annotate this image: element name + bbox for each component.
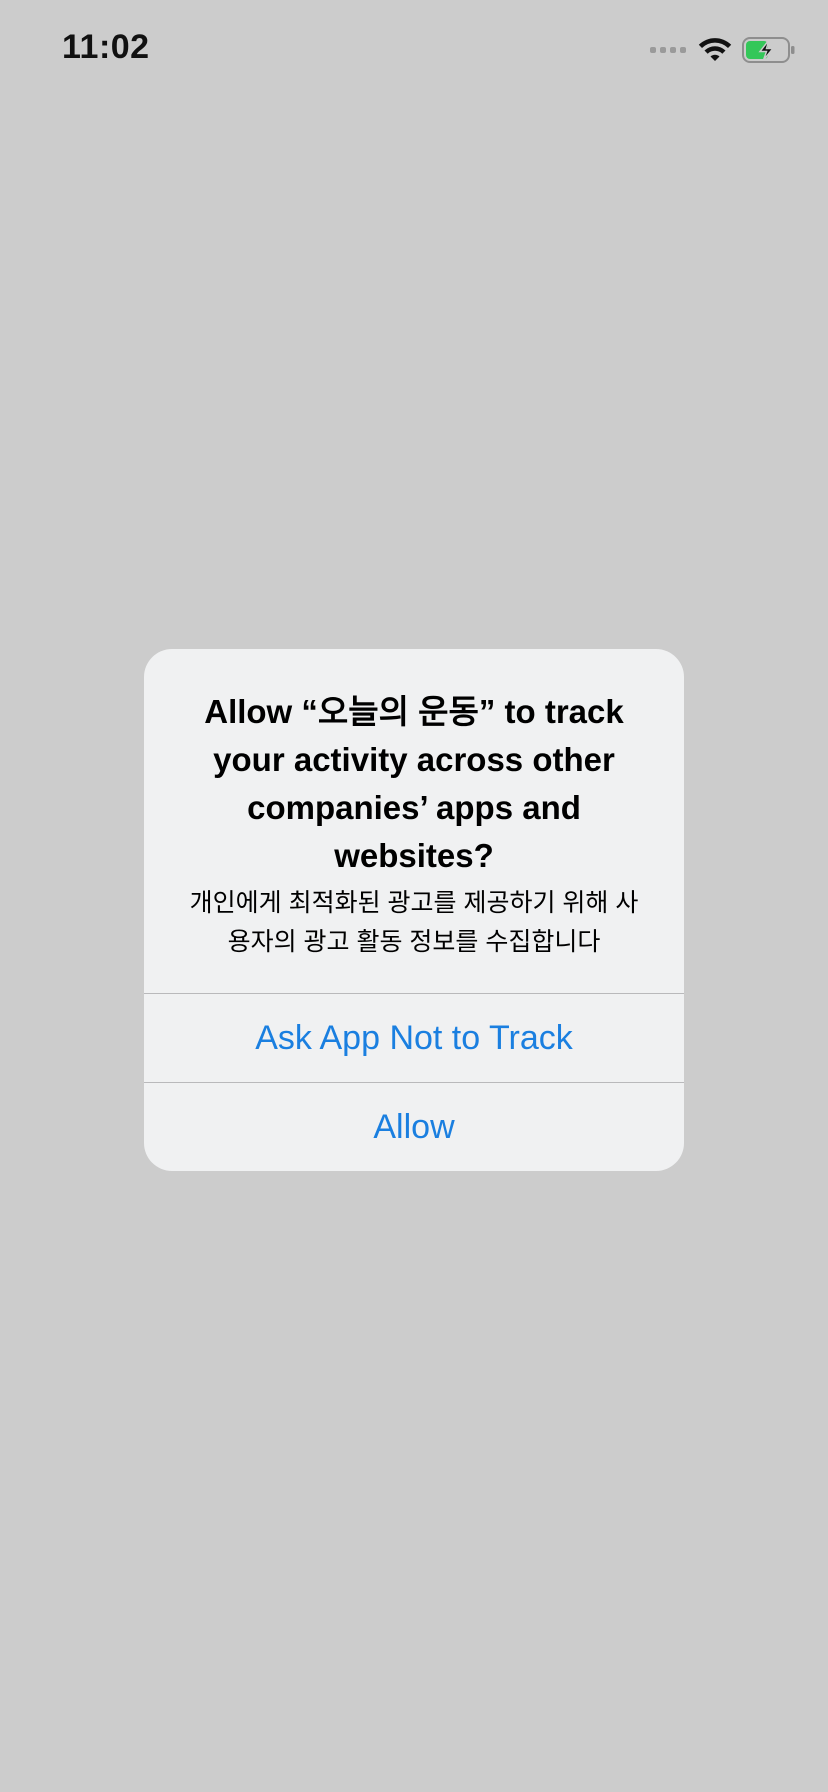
- screen: 11:02 Allow “오늘의 운동” to track your activ…: [0, 0, 828, 1792]
- status-bar: 11:02: [0, 0, 828, 100]
- allow-button[interactable]: Allow: [144, 1083, 684, 1171]
- battery-charging-icon: [742, 37, 795, 63]
- signal-icon: [650, 47, 686, 53]
- ask-app-not-to-track-button[interactable]: Ask App Not to Track: [144, 994, 684, 1082]
- status-time: 11:02: [62, 28, 150, 66]
- tracking-permission-alert: Allow “오늘의 운동” to track your activity ac…: [144, 649, 684, 1171]
- wifi-icon: [698, 38, 732, 61]
- alert-content: Allow “오늘의 운동” to track your activity ac…: [144, 649, 684, 993]
- alert-title: Allow “오늘의 운동” to track your activity ac…: [204, 693, 624, 874]
- status-icons: [650, 34, 796, 66]
- alert-message: 개인에게 최적화된 광고를 제공하기 위해 사용자의 광고 활동 정보를 수집합…: [189, 889, 639, 956]
